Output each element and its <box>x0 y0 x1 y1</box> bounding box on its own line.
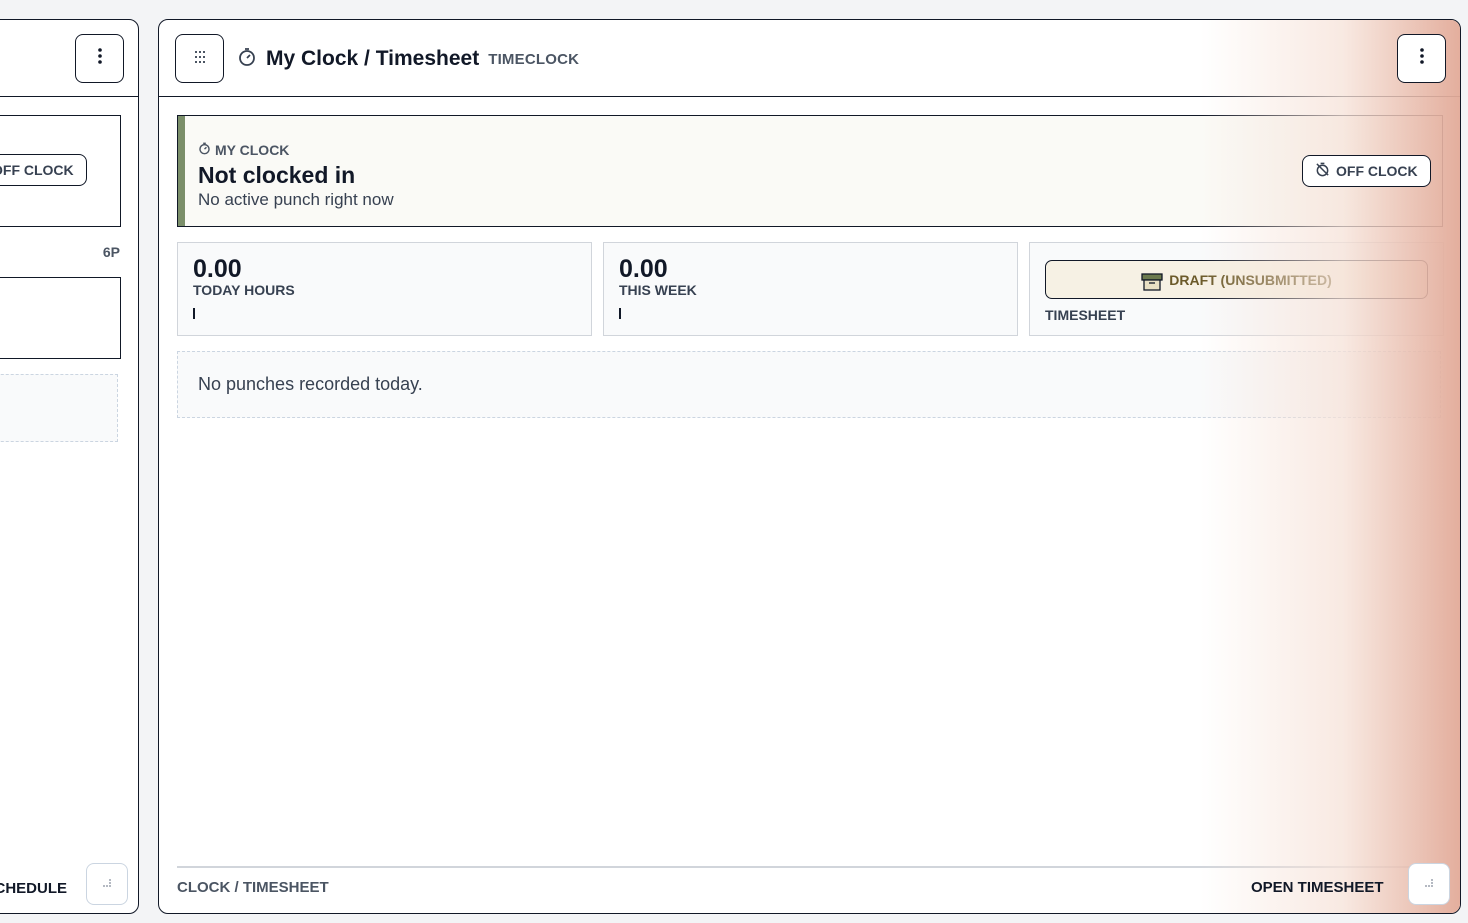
status-badge-label: OFF CLOCK <box>1336 163 1418 179</box>
hour-label: 6P <box>102 244 120 260</box>
schedule-resize-handle[interactable] <box>86 863 128 905</box>
drag-handle-button[interactable] <box>175 34 224 83</box>
dashboard: OFF CLOCK 6P CHEDULE My Clock / Timeshee… <box>0 0 1468 923</box>
panel-footer-divider <box>177 866 1443 868</box>
this-week-label: THIS WEEK <box>619 282 697 298</box>
resize-grip-icon <box>102 875 112 893</box>
stopwatch-icon <box>237 47 257 72</box>
status-badge: OFF CLOCK <box>1302 155 1431 187</box>
clock-off-icon <box>1315 162 1330 180</box>
panel-tag: TIMECLOCK <box>488 50 580 68</box>
open-schedule-link[interactable]: CHEDULE <box>0 880 67 897</box>
schedule-status-card: OFF CLOCK <box>0 115 121 227</box>
empty-punches-message: No punches recorded today. <box>177 351 1441 418</box>
timesheet-status-card: DRAFT (UNSUBMITTED) TIMESHEET <box>1029 242 1444 336</box>
schedule-empty-area <box>0 374 118 442</box>
timesheet-status-badge[interactable]: DRAFT (UNSUBMITTED) <box>1045 260 1428 299</box>
this-week-bar <box>619 308 621 319</box>
today-hours-bar <box>193 308 195 319</box>
panel-resize-handle[interactable] <box>1408 863 1450 905</box>
clock-card-accent <box>178 116 185 226</box>
status-badge: OFF CLOCK <box>0 154 87 186</box>
clock-card-kicker-label: MY CLOCK <box>215 142 290 158</box>
panel-footer-title: CLOCK / TIMESHEET <box>177 879 329 896</box>
empty-punches-text: No punches recorded today. <box>198 374 423 394</box>
schedule-panel-menu-button[interactable] <box>75 34 124 83</box>
schedule-block <box>0 277 121 359</box>
kebab-menu-icon <box>97 48 102 69</box>
kebab-menu-icon <box>1419 48 1424 69</box>
this-week-value: 0.00 <box>619 255 668 283</box>
today-hours-card: 0.00 TODAY HOURS <box>177 242 592 336</box>
clock-timesheet-panel: My Clock / Timesheet TIMECLOCK MY CLOCK … <box>158 19 1461 914</box>
archive-icon <box>1141 273 1163 294</box>
status-badge-label: OFF CLOCK <box>0 162 74 178</box>
clock-status-title: Not clocked in <box>198 162 356 188</box>
today-hours-value: 0.00 <box>193 255 242 283</box>
open-timesheet-link[interactable]: OPEN TIMESHEET <box>1251 879 1384 896</box>
timesheet-status-label: DRAFT (UNSUBMITTED) <box>1169 271 1332 288</box>
resize-grip-icon <box>1424 875 1434 893</box>
timesheet-label: TIMESHEET <box>1045 307 1126 323</box>
clock-card-kicker: MY CLOCK <box>198 142 289 158</box>
today-hours-label: TODAY HOURS <box>193 282 295 298</box>
schedule-panel: OFF CLOCK 6P CHEDULE <box>0 19 139 914</box>
stopwatch-icon <box>198 142 211 158</box>
clock-status-subtitle: No active punch right now <box>198 190 394 209</box>
panel-menu-button[interactable] <box>1397 34 1446 83</box>
page-title: My Clock / Timesheet <box>266 47 480 70</box>
my-clock-card: MY CLOCK Not clocked in No active punch … <box>177 115 1443 227</box>
this-week-card: 0.00 THIS WEEK <box>603 242 1018 336</box>
panel-title-group: My Clock / Timesheet TIMECLOCK <box>237 44 579 74</box>
drag-grid-icon <box>194 50 205 68</box>
